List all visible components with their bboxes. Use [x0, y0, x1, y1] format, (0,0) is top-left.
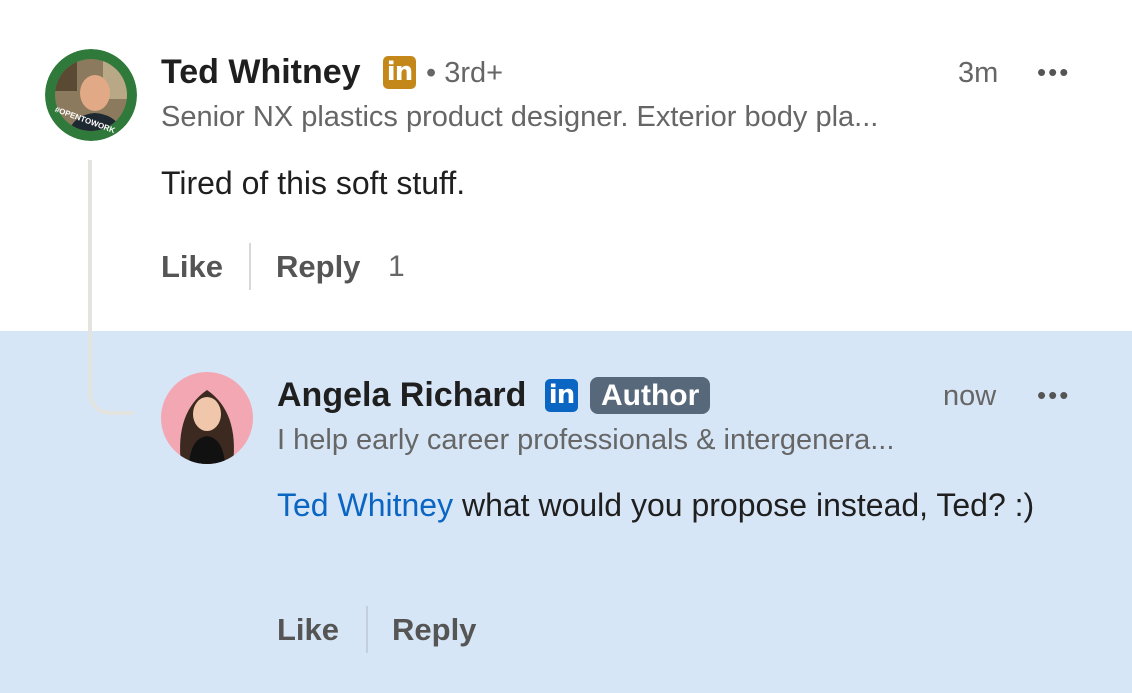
reply-count[interactable]: 1: [388, 250, 405, 284]
avatar-angela-richard[interactable]: [161, 372, 253, 464]
mention-ted-whitney[interactable]: Ted Whitney: [277, 487, 453, 523]
linkedin-icon: in: [545, 379, 578, 412]
reply-action-divider: [366, 606, 368, 653]
comment-timestamp: 3m: [958, 57, 999, 89]
like-button[interactable]: Like: [161, 249, 223, 285]
action-divider: [249, 243, 251, 290]
linkedin-premium-icon: in: [383, 56, 416, 89]
reply-more-options-icon[interactable]: •••: [1037, 380, 1070, 411]
thread-connector-line: [88, 160, 134, 415]
reply-author-headline: I help early career professionals & inte…: [277, 424, 895, 456]
comment-author-name[interactable]: Ted Whitney: [161, 53, 361, 92]
comment-text: Tired of this soft stuff.: [161, 165, 466, 201]
avatar-ted-whitney[interactable]: #OPENTOWORK: [45, 49, 137, 141]
author-badge: Author: [590, 377, 711, 414]
more-options-icon[interactable]: •••: [1037, 57, 1070, 88]
reply-like-button[interactable]: Like: [277, 612, 339, 648]
reply-button[interactable]: Reply: [276, 249, 360, 285]
reply-text-body: what would you propose instead, Ted? :): [453, 487, 1035, 523]
comment-author-headline: Senior NX plastics product designer. Ext…: [161, 101, 879, 133]
reply-author-name[interactable]: Angela Richard: [277, 376, 526, 415]
reply-text: Ted Whitney what would you propose inste…: [277, 484, 1057, 527]
reply-reply-button[interactable]: Reply: [392, 612, 476, 648]
reply-timestamp: now: [943, 380, 997, 412]
connection-degree: • 3rd+: [426, 57, 504, 89]
